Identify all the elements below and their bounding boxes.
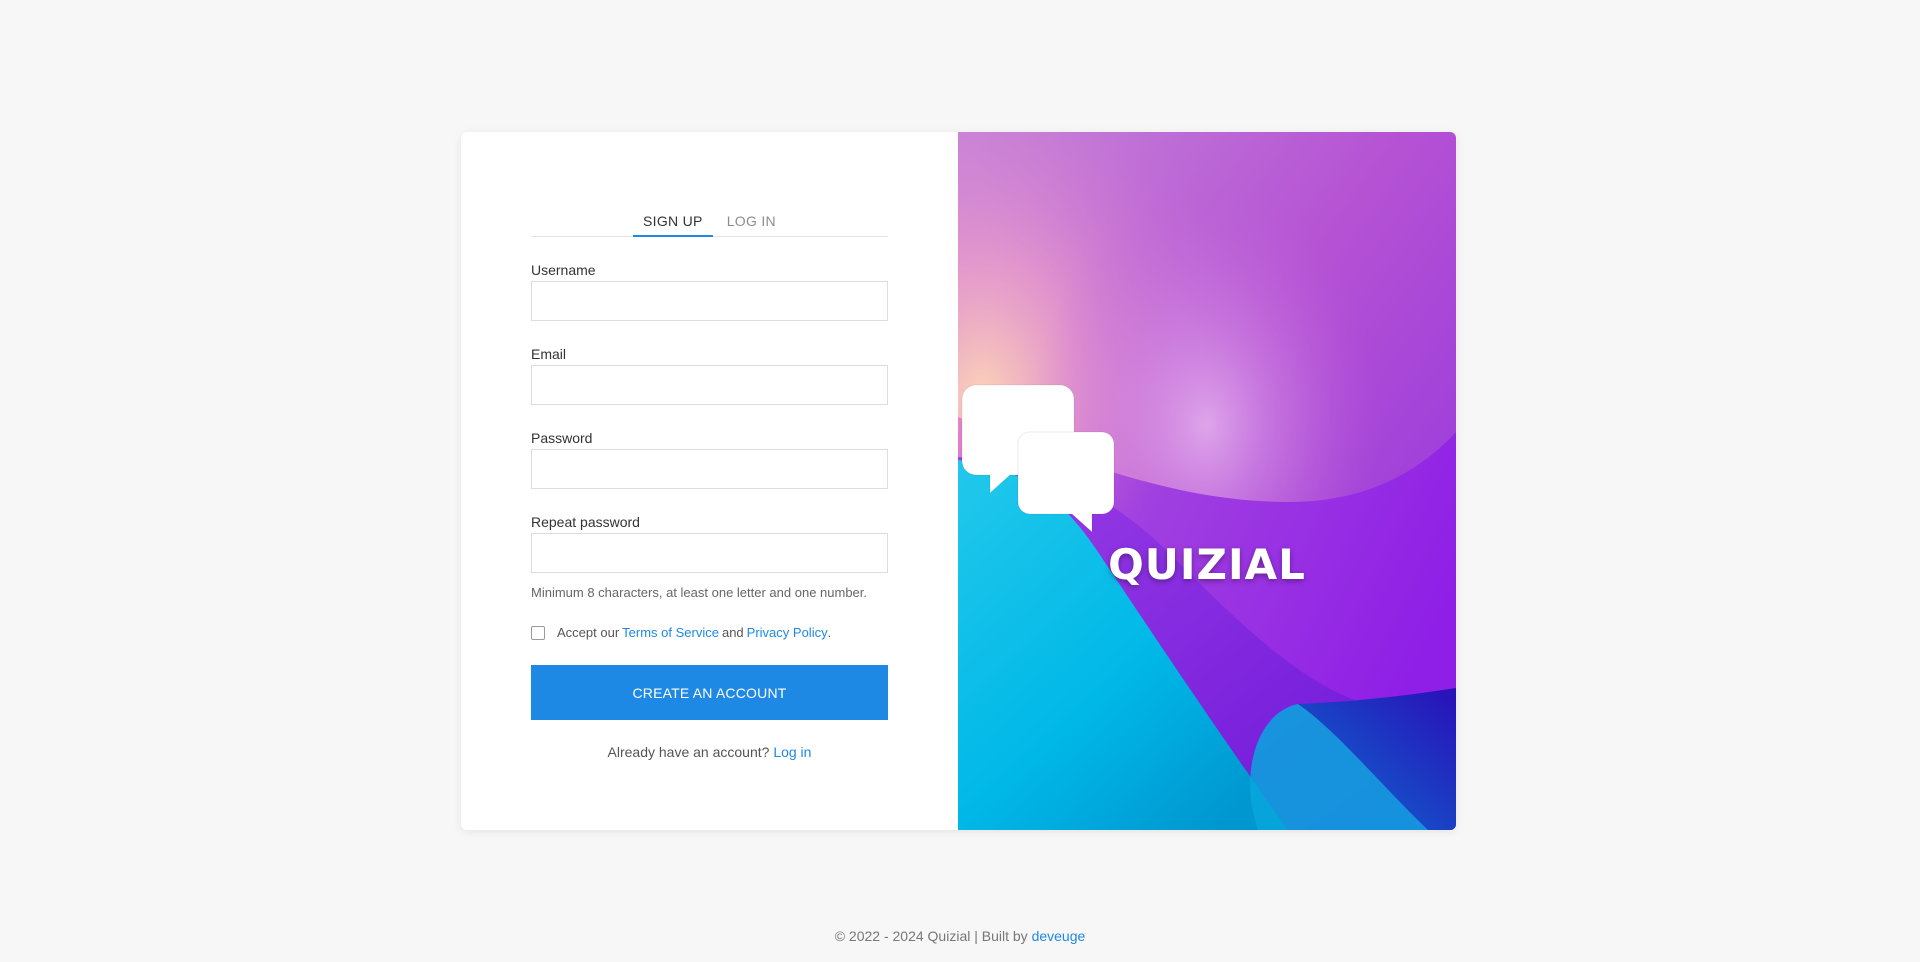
footer-author-link[interactable]: deveuge bbox=[1032, 928, 1086, 944]
brand-name: QUIZIAL bbox=[1108, 540, 1306, 589]
terms-suffix: . bbox=[827, 625, 832, 640]
repeat-password-field-group: Repeat password bbox=[531, 514, 888, 573]
terms-prefix: Accept our bbox=[557, 625, 620, 640]
brand-panel: QUIZIAL bbox=[958, 132, 1456, 830]
login-prompt-text: Already have an account? bbox=[607, 744, 770, 760]
username-input[interactable] bbox=[531, 281, 888, 321]
email-field-group: Email bbox=[531, 346, 888, 405]
signup-card: SIGN UP LOG IN Username Email Password R… bbox=[461, 132, 1456, 830]
password-label: Password bbox=[531, 430, 593, 446]
terms-and: and bbox=[721, 625, 744, 640]
password-field-group: Password bbox=[531, 430, 888, 489]
terms-of-service-link[interactable]: Terms of Service bbox=[622, 625, 719, 640]
terms-checkbox[interactable] bbox=[531, 625, 545, 640]
repeat-password-label: Repeat password bbox=[531, 514, 640, 530]
footer-copyright: © 2022 - 2024 Quizial | Built by bbox=[834, 928, 1028, 944]
signup-form: SIGN UP LOG IN Username Email Password R… bbox=[531, 203, 888, 760]
login-prompt: Already have an account? Log in bbox=[531, 744, 888, 760]
privacy-policy-link[interactable]: Privacy Policy bbox=[747, 625, 828, 640]
username-label: Username bbox=[531, 262, 596, 278]
page: SIGN UP LOG IN Username Email Password R… bbox=[0, 0, 1920, 962]
email-input[interactable] bbox=[531, 365, 888, 405]
tab-signup[interactable]: SIGN UP bbox=[633, 203, 713, 237]
form-panel: SIGN UP LOG IN Username Email Password R… bbox=[461, 132, 958, 830]
password-hint: Minimum 8 characters, at least one lette… bbox=[531, 585, 868, 600]
password-input[interactable] bbox=[531, 449, 888, 489]
create-account-button[interactable]: CREATE AN ACCOUNT bbox=[531, 665, 888, 720]
terms-row: Accept our Terms of Service and Privacy … bbox=[531, 625, 888, 640]
login-link[interactable]: Log in bbox=[773, 744, 811, 760]
email-label: Email bbox=[531, 346, 567, 362]
username-field-group: Username bbox=[531, 262, 888, 321]
auth-tabs: SIGN UP LOG IN bbox=[531, 203, 888, 237]
footer: © 2022 - 2024 Quizial | Built by deveuge bbox=[0, 928, 1920, 944]
tab-login[interactable]: LOG IN bbox=[717, 203, 786, 237]
repeat-password-input[interactable] bbox=[531, 533, 888, 573]
